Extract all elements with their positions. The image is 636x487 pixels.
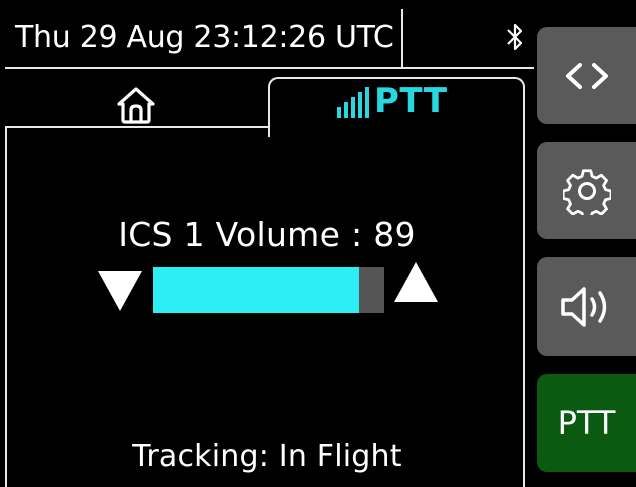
bluetooth-icon xyxy=(507,23,523,51)
settings-button[interactable] xyxy=(537,142,636,239)
volume-slider[interactable] xyxy=(153,267,384,313)
ptt-button-label: PTT xyxy=(557,404,616,442)
code-button[interactable] xyxy=(537,27,636,124)
gear-icon xyxy=(562,168,611,215)
speaker-icon xyxy=(560,286,606,327)
status-bar: Thu 29 Aug 23:12:26 UTC xyxy=(5,9,534,69)
signal-bars-icon xyxy=(337,87,369,118)
volume-up-icon[interactable] xyxy=(393,261,439,303)
audio-button[interactable] xyxy=(537,257,636,356)
ptt-panel: ICS 1 Volume : 89 Tracking: In Flight xyxy=(5,127,525,487)
code-brackets-icon xyxy=(565,62,608,89)
home-icon xyxy=(117,87,155,124)
tracking-status: Tracking: In Flight xyxy=(132,439,402,474)
volume-slider-fill xyxy=(153,267,359,313)
ptt-button[interactable]: PTT xyxy=(537,374,636,472)
datetime-display: Thu 29 Aug 23:12:26 UTC xyxy=(5,9,403,67)
volume-label: ICS 1 Volume : 89 xyxy=(118,215,416,254)
tab-ptt-label: PTT xyxy=(374,81,448,121)
volume-down-icon[interactable] xyxy=(97,270,143,312)
tab-home[interactable] xyxy=(5,77,268,128)
